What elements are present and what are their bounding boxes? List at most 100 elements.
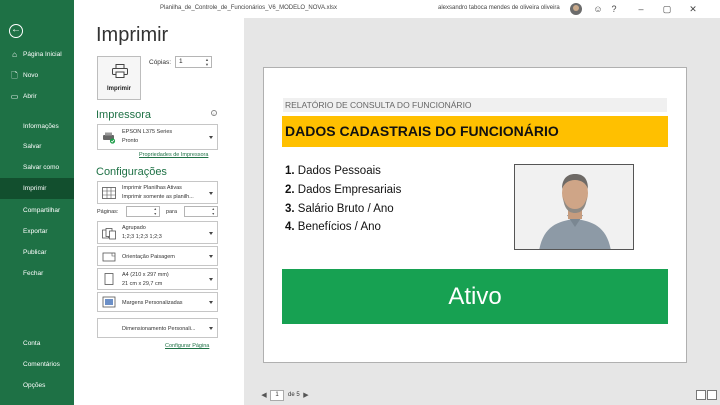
print-what-select[interactable]: Imprimir Planilhas Ativas Imprimir somen… bbox=[97, 181, 218, 204]
new-document-icon: 🗋 bbox=[11, 71, 18, 80]
maximize-icon[interactable]: ▢ bbox=[661, 3, 673, 15]
paper-size-line2: 21 cm x 29,7 cm bbox=[122, 281, 163, 287]
page-number-input[interactable]: 1 bbox=[270, 390, 284, 401]
info-icon[interactable]: i bbox=[211, 110, 217, 116]
nav-item-open[interactable]: ▭ Abrir bbox=[0, 86, 74, 107]
page-count: de 5 bbox=[288, 392, 300, 398]
nav-item-comments[interactable]: Comentários bbox=[0, 354, 74, 375]
nav-item-new[interactable]: 🗋 Novo bbox=[0, 65, 74, 86]
backstage-nav: ⌂ Página Inicial 🗋 Novo ▭ Abrir Informaç… bbox=[0, 0, 74, 405]
list-item: 2. Dados Empresariais bbox=[285, 184, 401, 196]
copies-stepper[interactable]: 1 ▲ ▼ bbox=[175, 56, 212, 68]
nav-item-print[interactable]: Imprimir bbox=[0, 178, 74, 199]
help-icon[interactable]: ? bbox=[608, 3, 620, 15]
settings-section-title: Configurações bbox=[96, 166, 167, 178]
nav-item-publish[interactable]: Publicar bbox=[0, 242, 74, 263]
status-badge: Ativo bbox=[282, 269, 668, 324]
list-text: Dados Pessoais bbox=[294, 165, 381, 177]
printer-icon bbox=[112, 64, 128, 78]
user-name[interactable]: alexsandro taboca mendes de oliveira oli… bbox=[438, 5, 560, 11]
back-arrow-icon[interactable] bbox=[9, 22, 23, 38]
employee-photo bbox=[514, 164, 634, 250]
nav-item-label: Exportar bbox=[23, 228, 48, 235]
report-title: RELATÓRIO DE CONSULTA DO FUNCIONÁRIO bbox=[283, 98, 667, 112]
scaling-value: Dimensionamento Personali... bbox=[122, 326, 196, 332]
pages-from-stepper[interactable]: ▲ ▼ bbox=[126, 206, 160, 217]
avatar[interactable] bbox=[570, 3, 582, 15]
collation-line1: Agrupado bbox=[122, 225, 146, 231]
list-text: Salário Bruto / Ano bbox=[294, 203, 394, 215]
nav-item-options[interactable]: Opções bbox=[0, 375, 74, 396]
print-button-label: Imprimir bbox=[106, 86, 131, 92]
nav-item-label: Compartilhar bbox=[23, 207, 61, 214]
printer-status: Pronto bbox=[122, 138, 139, 144]
printer-icon bbox=[103, 132, 116, 144]
folder-open-icon: ▭ bbox=[10, 92, 19, 101]
margins-icon bbox=[102, 296, 116, 308]
nav-item-label: Salvar bbox=[23, 143, 42, 150]
nav-item-label: Publicar bbox=[23, 249, 47, 256]
pages-to-stepper[interactable]: ▲ ▼ bbox=[184, 206, 218, 217]
minimize-icon[interactable]: – bbox=[635, 3, 647, 15]
chevron-down-icon bbox=[209, 192, 213, 195]
show-margins-icon[interactable] bbox=[696, 390, 706, 400]
list-number: 3. bbox=[285, 203, 295, 215]
print-what-line1: Imprimir Planilhas Ativas bbox=[122, 185, 182, 191]
printer-name: EPSON L375 Series bbox=[122, 129, 173, 135]
page-title: Imprimir bbox=[96, 24, 169, 46]
print-button[interactable]: Imprimir bbox=[97, 56, 141, 100]
list-text: Benefícios / Ano bbox=[294, 221, 381, 233]
spin-arrows-icon[interactable]: ▲ ▼ bbox=[154, 207, 157, 216]
collation-select[interactable]: Agrupado 1;2;3 1;2;3 1;2;3 bbox=[97, 221, 218, 244]
nav-item-home[interactable]: ⌂ Página Inicial bbox=[0, 44, 74, 65]
spin-arrows-icon[interactable]: ▲ ▼ bbox=[212, 207, 215, 216]
list-item: 4. Benefícios / Ano bbox=[285, 221, 381, 233]
page-setup-link[interactable]: Configurar Página bbox=[165, 343, 209, 349]
orientation-select[interactable]: Orientação Paisagem bbox=[97, 246, 218, 266]
person-silhouette-icon bbox=[515, 165, 633, 249]
chevron-down-icon bbox=[209, 327, 213, 330]
nav-item-info[interactable]: Informações bbox=[0, 116, 74, 137]
nav-item-label: Salvar como bbox=[23, 164, 60, 171]
printer-select[interactable]: EPSON L375 Series Pronto bbox=[97, 124, 218, 150]
pages-to-label: para bbox=[166, 209, 178, 215]
nav-item-label: Comentários bbox=[23, 361, 60, 368]
list-item: 1. Dados Pessoais bbox=[285, 165, 381, 177]
orientation-value: Orientação Paisagem bbox=[122, 254, 175, 260]
close-icon[interactable]: ✕ bbox=[687, 3, 699, 15]
nav-item-export[interactable]: Exportar bbox=[0, 221, 74, 242]
list-number: 4. bbox=[285, 221, 295, 233]
nav-item-label: Abrir bbox=[23, 93, 37, 100]
nav-item-label: Imprimir bbox=[23, 185, 47, 192]
chevron-down-icon bbox=[209, 255, 213, 258]
pages-label: Páginas: bbox=[97, 209, 119, 215]
nav-item-share[interactable]: Compartilhar bbox=[0, 200, 74, 221]
nav-item-save-as[interactable]: Salvar como bbox=[0, 157, 74, 178]
landscape-page-icon bbox=[102, 252, 116, 262]
nav-item-label: Fechar bbox=[23, 270, 44, 277]
chevron-down-icon bbox=[209, 278, 213, 281]
window-title: Planilha_de_Controle_de_Funcionários_V6_… bbox=[160, 5, 337, 11]
scaling-select[interactable]: Dimensionamento Personali... bbox=[97, 318, 218, 338]
nav-item-label: Opções bbox=[23, 382, 46, 389]
data-title-band: DADOS CADASTRAIS DO FUNCIONÁRIO bbox=[282, 116, 668, 147]
zoom-to-page-icon[interactable] bbox=[707, 390, 717, 400]
home-icon: ⌂ bbox=[12, 50, 17, 59]
list-item: 3. Salário Bruto / Ano bbox=[285, 203, 394, 215]
printer-properties-link[interactable]: Propriedades de Impressora bbox=[139, 152, 208, 158]
previous-page-icon[interactable]: ◀ bbox=[260, 391, 268, 401]
smiley-icon[interactable]: ☺ bbox=[592, 3, 604, 15]
chevron-down-icon bbox=[209, 136, 213, 139]
nav-item-label: Informações bbox=[23, 123, 59, 130]
spin-arrows-icon[interactable]: ▲ ▼ bbox=[205, 57, 209, 67]
paper-size-select[interactable]: A4 (210 x 297 mm) 21 cm x 29,7 cm bbox=[97, 268, 218, 290]
margins-select[interactable]: Margens Personalizadas bbox=[97, 292, 218, 312]
nav-item-close[interactable]: Fechar bbox=[0, 263, 74, 284]
paper-size-line1: A4 (210 x 297 mm) bbox=[122, 272, 169, 278]
nav-item-label: Página Inicial bbox=[23, 51, 62, 58]
chevron-down-icon bbox=[209, 301, 213, 304]
next-page-icon[interactable]: ▶ bbox=[302, 391, 310, 401]
nav-item-save[interactable]: Salvar bbox=[0, 136, 74, 157]
nav-item-account[interactable]: Conta bbox=[0, 333, 74, 354]
copies-label: Cópias: bbox=[149, 59, 172, 66]
